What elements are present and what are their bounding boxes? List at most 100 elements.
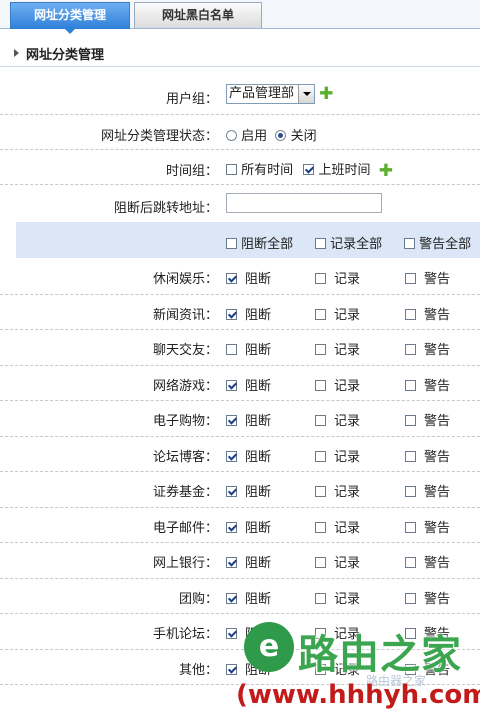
category-row: 聊天交友： 阻断 记录 警告: [0, 329, 480, 366]
warn-option[interactable]: 警告: [405, 623, 450, 642]
warn-option[interactable]: 警告: [405, 552, 450, 571]
warn-option[interactable]: 警告: [405, 304, 450, 323]
block-all-checkbox[interactable]: [226, 238, 237, 249]
record-label: 记录: [334, 556, 361, 571]
warn-checkbox[interactable]: [405, 486, 416, 497]
all-time-checkbox[interactable]: [226, 164, 237, 175]
record-option[interactable]: 记录: [315, 623, 360, 642]
record-checkbox[interactable]: [315, 415, 326, 426]
warn-checkbox[interactable]: [405, 663, 416, 675]
record-checkbox[interactable]: [315, 273, 326, 284]
record-checkbox[interactable]: [315, 663, 326, 675]
warn-checkbox[interactable]: [405, 628, 416, 639]
warn-checkbox[interactable]: [405, 557, 416, 568]
block-checkbox[interactable]: [226, 415, 237, 426]
record-option[interactable]: 记录: [315, 588, 360, 607]
record-checkbox[interactable]: [315, 628, 326, 639]
record-all-option[interactable]: 记录全部: [315, 233, 382, 252]
record-option[interactable]: 记录: [315, 268, 360, 287]
warn-option[interactable]: 警告: [405, 268, 450, 287]
record-checkbox[interactable]: [315, 557, 326, 568]
warn-checkbox[interactable]: [405, 273, 416, 284]
warn-checkbox[interactable]: [405, 308, 416, 320]
block-checkbox[interactable]: [226, 486, 237, 497]
status-enable-label: 启用: [241, 129, 268, 144]
category-label: 休闲娱乐：: [152, 272, 218, 287]
chevron-down-icon[interactable]: [298, 85, 315, 103]
status-enable-radio[interactable]: [226, 130, 237, 141]
category-row: 电子购物： 阻断 记录 警告: [0, 400, 480, 437]
warn-checkbox[interactable]: [405, 379, 416, 391]
block-option[interactable]: 阻断: [226, 446, 271, 465]
warn-checkbox[interactable]: [405, 415, 416, 426]
warn-all-checkbox[interactable]: [404, 238, 415, 249]
warn-checkbox[interactable]: [405, 592, 416, 604]
record-checkbox[interactable]: [315, 450, 326, 462]
status-disable-radio[interactable]: [275, 130, 287, 141]
block-option[interactable]: 阻断: [226, 552, 271, 571]
warn-option[interactable]: 警告: [405, 517, 450, 536]
record-option[interactable]: 记录: [315, 410, 360, 429]
warn-option[interactable]: 警告: [405, 481, 450, 500]
record-option[interactable]: 记录: [315, 304, 360, 323]
plus-icon[interactable]: ✚: [379, 162, 393, 179]
record-option[interactable]: 记录: [315, 446, 360, 465]
warn-all-option[interactable]: 警告全部: [404, 233, 471, 252]
block-checkbox[interactable]: [226, 557, 237, 568]
block-checkbox[interactable]: [226, 308, 237, 320]
record-option[interactable]: 记录: [315, 339, 360, 358]
warn-option[interactable]: 警告: [405, 588, 450, 607]
tab-url-blackwhite-list[interactable]: 网址黑白名单: [134, 2, 262, 28]
block-all-option[interactable]: 阻断全部: [226, 233, 293, 252]
record-checkbox[interactable]: [315, 344, 326, 355]
user-group-select[interactable]: 产品管理部: [226, 84, 316, 104]
record-option[interactable]: 记录: [315, 375, 360, 394]
block-checkbox[interactable]: [226, 628, 237, 639]
plus-icon[interactable]: ✚: [319, 86, 333, 103]
block-option[interactable]: 阻断: [226, 481, 271, 500]
warn-checkbox[interactable]: [405, 521, 416, 533]
active-tab-pointer: [64, 28, 76, 34]
block-checkbox[interactable]: [226, 344, 237, 355]
warn-option[interactable]: 警告: [405, 375, 450, 394]
block-checkbox[interactable]: [226, 450, 237, 462]
block-option[interactable]: 阻断: [226, 268, 271, 287]
block-option[interactable]: 阻断: [226, 410, 271, 429]
warn-checkbox[interactable]: [405, 344, 416, 355]
block-checkbox[interactable]: [226, 592, 237, 604]
block-label: 阻断: [245, 343, 272, 358]
block-option[interactable]: 阻断: [226, 659, 271, 678]
block-checkbox[interactable]: [226, 379, 237, 391]
record-option[interactable]: 记录: [315, 552, 360, 571]
block-option[interactable]: 阻断: [226, 375, 271, 394]
warn-option[interactable]: 警告: [405, 339, 450, 358]
block-option[interactable]: 阻断: [226, 623, 271, 642]
record-label: 记录: [334, 343, 361, 358]
record-option[interactable]: 记录: [315, 517, 360, 536]
record-checkbox[interactable]: [315, 521, 326, 533]
record-option[interactable]: 记录: [315, 659, 360, 678]
warn-option[interactable]: 警告: [405, 446, 450, 465]
record-checkbox[interactable]: [315, 308, 326, 320]
warn-label: 警告: [424, 485, 451, 500]
warn-option[interactable]: 警告: [405, 659, 450, 678]
record-label: 记录: [334, 485, 361, 500]
work-time-checkbox[interactable]: [303, 164, 315, 175]
redirect-url-input[interactable]: [226, 193, 382, 213]
record-checkbox[interactable]: [315, 379, 326, 391]
block-option[interactable]: 阻断: [226, 517, 271, 536]
warn-option[interactable]: 警告: [405, 410, 450, 429]
block-option[interactable]: 阻断: [226, 339, 271, 358]
block-option[interactable]: 阻断: [226, 588, 271, 607]
record-option[interactable]: 记录: [315, 481, 360, 500]
record-checkbox[interactable]: [315, 486, 326, 497]
block-option[interactable]: 阻断: [226, 304, 271, 323]
block-checkbox[interactable]: [226, 521, 237, 533]
time-group-row: 时间组： 所有时间 上班时间 ✚: [0, 150, 480, 185]
record-checkbox[interactable]: [315, 592, 326, 604]
warn-checkbox[interactable]: [405, 450, 416, 462]
tab-url-category[interactable]: 网址分类管理: [10, 2, 130, 29]
record-all-checkbox[interactable]: [315, 238, 326, 249]
block-checkbox[interactable]: [226, 273, 237, 284]
block-checkbox[interactable]: [226, 663, 237, 675]
